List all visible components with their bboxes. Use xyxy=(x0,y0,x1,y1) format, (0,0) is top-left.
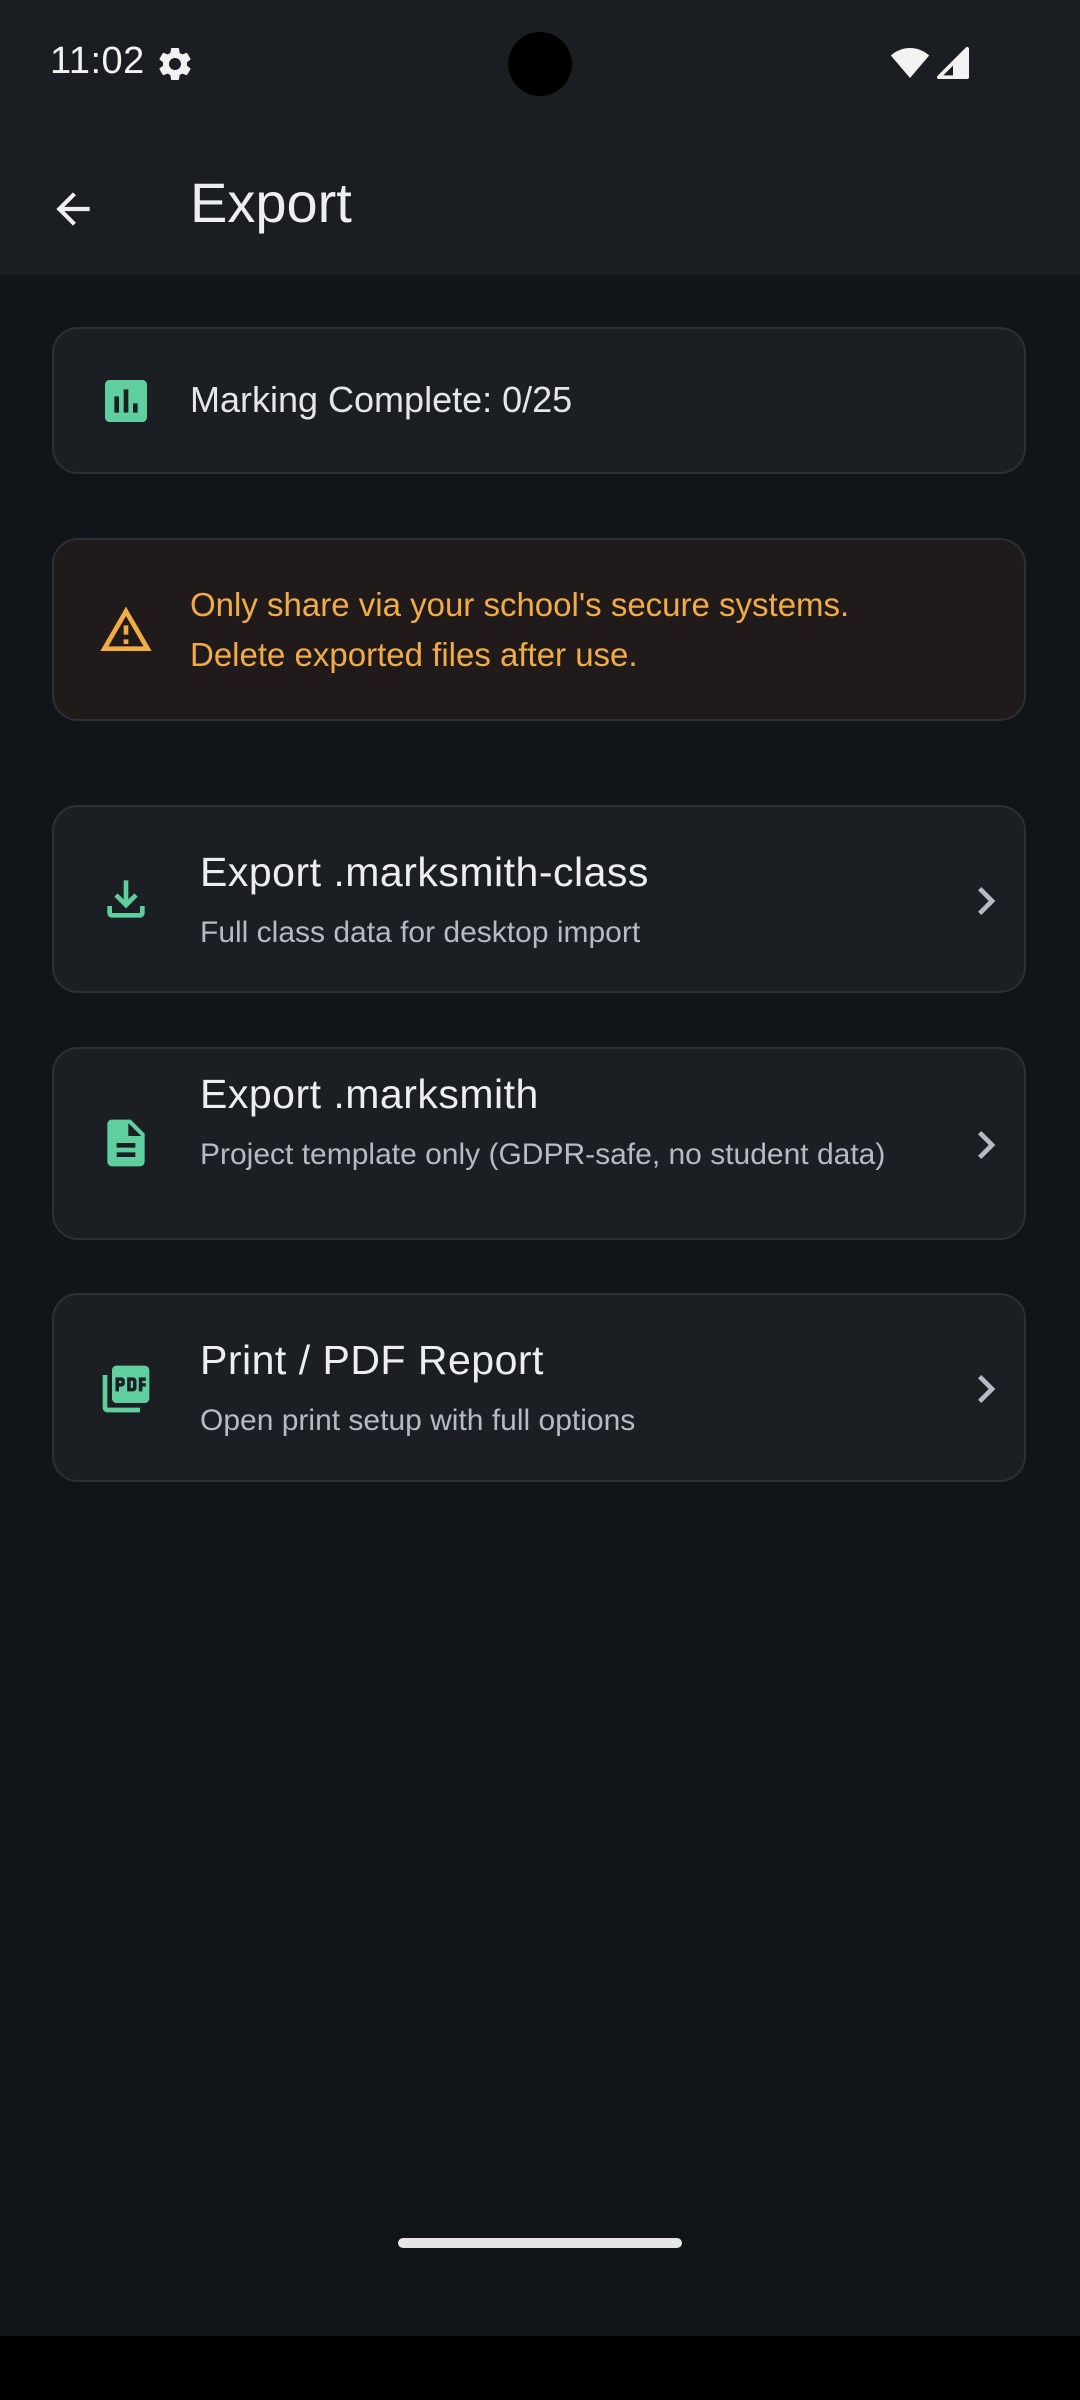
status-time: 11:02 xyxy=(50,40,145,82)
signal-icon xyxy=(936,46,970,80)
wifi-icon xyxy=(890,48,930,78)
pdf-icon xyxy=(102,1365,150,1413)
chevron-right-icon xyxy=(978,1375,996,1403)
warning-triangle-icon xyxy=(100,606,152,651)
system-navigation-bar xyxy=(0,2336,1080,2400)
marking-progress-text: Marking Complete: 0/25 xyxy=(190,379,573,420)
action-subtitle: Open print setup with full options xyxy=(200,1404,636,1437)
download-icon xyxy=(107,880,145,918)
page-title: Export xyxy=(190,171,352,234)
home-gesture-handle[interactable] xyxy=(398,2238,682,2248)
security-warning-card: Only share via your school's secure syst… xyxy=(52,538,1026,721)
chevron-right-icon xyxy=(978,887,996,915)
action-subtitle: Full class data for desktop import xyxy=(200,916,641,949)
chevron-right-icon xyxy=(978,1131,996,1159)
marking-progress-card: Marking Complete: 0/25 xyxy=(52,327,1026,474)
export-marksmith-class-button[interactable]: Export .marksmith-class Full class data … xyxy=(52,805,1026,993)
warning-line-1: Only share via your school's secure syst… xyxy=(190,586,850,623)
bar-chart-icon xyxy=(105,380,147,422)
status-bar: 11:02 xyxy=(0,0,1080,130)
app-bar: Export xyxy=(0,130,1080,275)
action-title: Print / PDF Report xyxy=(200,1337,544,1383)
action-title: Export .marksmith-class xyxy=(200,849,649,895)
action-subtitle: Project template only (GDPR-safe, no stu… xyxy=(200,1138,886,1171)
camera-cutout xyxy=(508,32,572,96)
warning-line-2: Delete exported files after use. xyxy=(190,636,638,673)
export-marksmith-button[interactable]: Export .marksmith Project template only … xyxy=(52,1047,1026,1240)
warning-message: Only share via your school's secure syst… xyxy=(190,580,990,680)
print-pdf-report-button[interactable]: Print / PDF Report Open print setup with… xyxy=(52,1293,1026,1482)
settings-gear-icon xyxy=(159,47,191,80)
back-button[interactable] xyxy=(30,166,116,252)
arrow-back-icon xyxy=(56,192,90,226)
action-title: Export .marksmith xyxy=(200,1071,539,1117)
document-icon xyxy=(107,1119,145,1167)
